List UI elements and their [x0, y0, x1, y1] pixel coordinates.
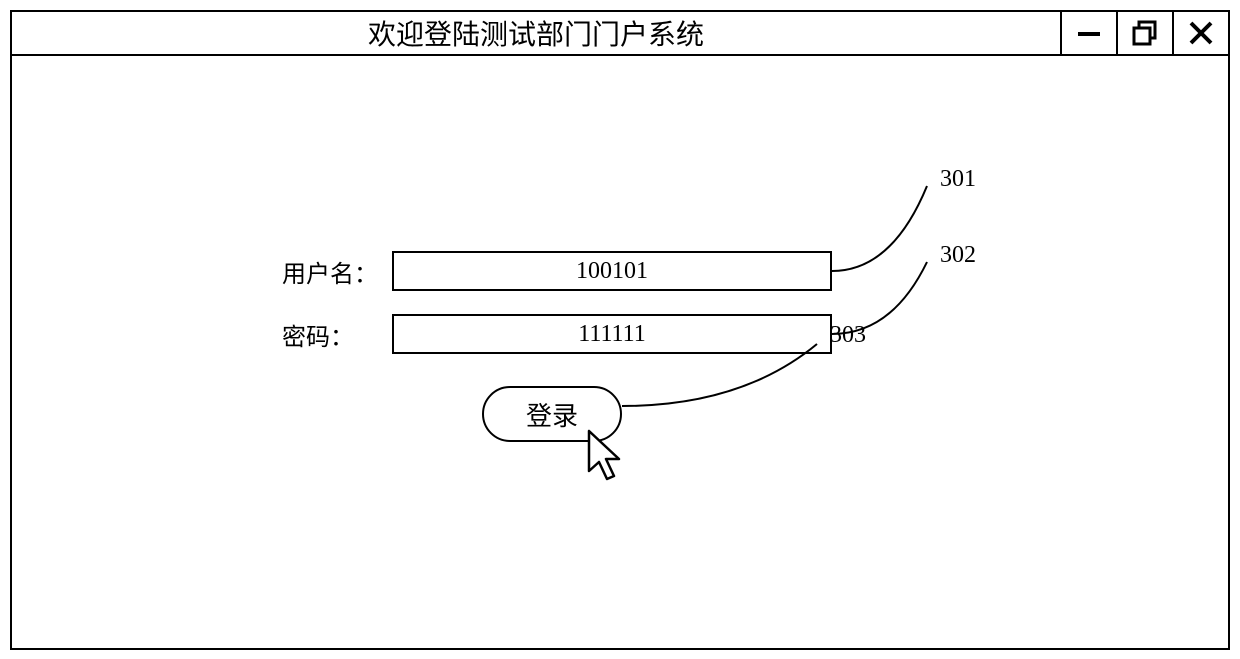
titlebar: 欢迎登陆测试部门门户系统	[12, 12, 1228, 56]
minimize-button[interactable]	[1060, 12, 1116, 54]
login-button[interactable]: 登录	[482, 386, 622, 442]
password-input[interactable]	[392, 314, 832, 354]
minimize-icon	[1074, 18, 1104, 48]
callout-password-label: 302	[940, 242, 976, 269]
password-label: 密码：	[282, 317, 392, 352]
window-title: 欢迎登陆测试部门门户系统	[12, 12, 1060, 54]
maximize-button[interactable]	[1116, 12, 1172, 54]
window-controls	[1060, 12, 1228, 54]
close-button[interactable]	[1172, 12, 1228, 54]
callout-username-label: 301	[940, 166, 976, 193]
username-row: 用户名：	[282, 251, 832, 291]
login-button-label: 登录	[526, 396, 578, 433]
username-label: 用户名：	[282, 254, 392, 289]
username-input[interactable]	[392, 251, 832, 291]
password-row: 密码：	[282, 314, 832, 354]
maximize-icon	[1130, 18, 1160, 48]
close-icon	[1186, 18, 1216, 48]
client-area: 用户名： 密码： 登录 301 302 303	[12, 56, 1228, 648]
app-window: 欢迎登陆测试部门门户系统 用户名：	[10, 10, 1230, 650]
callout-line-301	[832, 176, 952, 276]
callout-login-label: 303	[830, 322, 866, 349]
